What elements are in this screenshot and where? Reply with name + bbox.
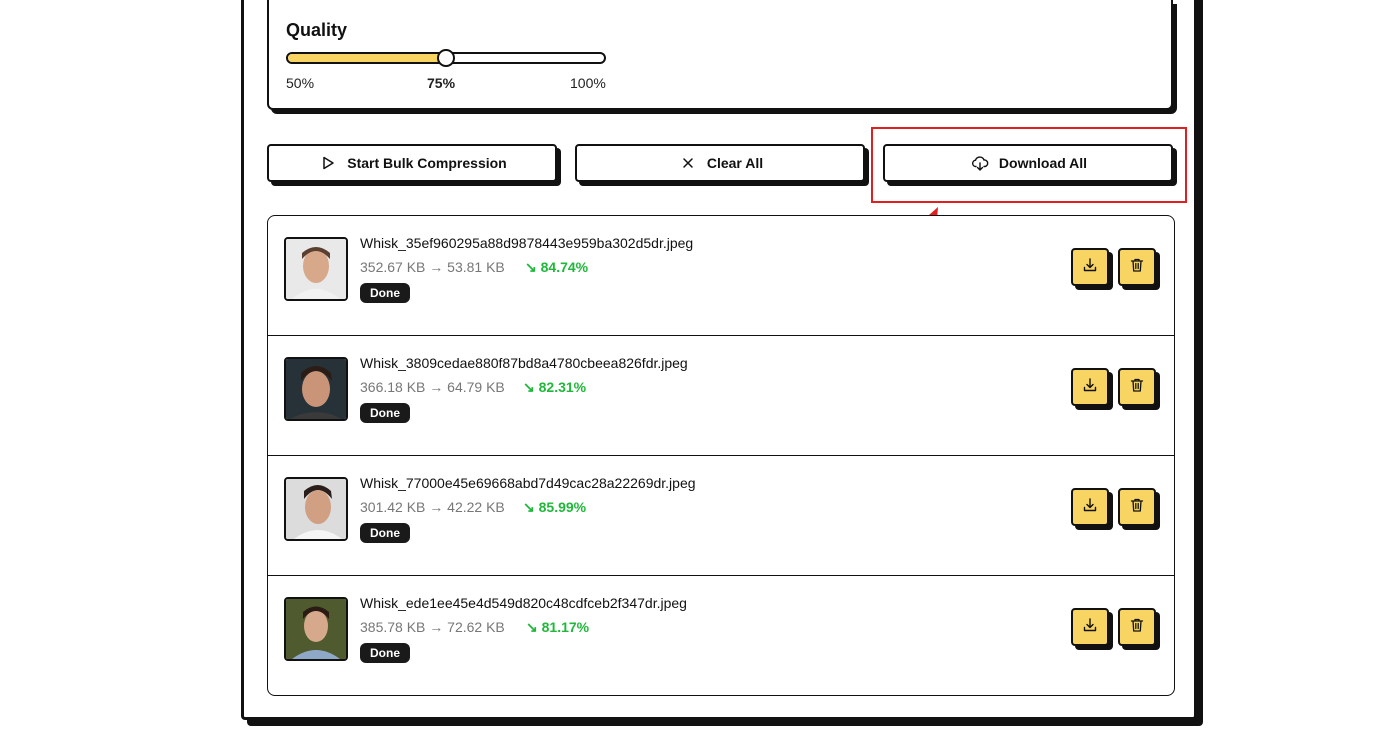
delete-file-button[interactable] (1118, 248, 1156, 286)
trending-down-icon: ↘ (523, 499, 535, 515)
download-file-button[interactable] (1071, 608, 1109, 646)
file-row: Whisk_35ef960295a88d9878443e959ba302d5dr… (268, 216, 1174, 336)
quality-slider-fill (288, 54, 448, 62)
file-row: Whisk_3809cedae880f87bd8a4780cbeea826fdr… (268, 336, 1174, 456)
file-size: 366.18 KB → 64.79 KB (360, 379, 505, 395)
file-size: 352.67 KB → 53.81 KB (360, 259, 505, 275)
status-badge: Done (360, 643, 410, 663)
file-thumbnail (284, 357, 348, 421)
file-saving: ↘ 82.31% (523, 379, 587, 395)
trash-icon (1129, 497, 1145, 518)
quality-min-label: 50% (286, 75, 315, 91)
start-bulk-compression-button[interactable]: Start Bulk Compression (267, 144, 557, 182)
file-size: 301.42 KB → 42.22 KB (360, 499, 505, 515)
download-file-button[interactable] (1071, 488, 1109, 526)
delete-file-button[interactable] (1118, 608, 1156, 646)
file-thumbnail (284, 477, 348, 541)
file-name: Whisk_77000e45e69668abd7d49cac28a22269dr… (360, 475, 696, 491)
download-file-button[interactable] (1071, 248, 1109, 286)
status-badge: Done (360, 283, 410, 303)
trash-icon (1129, 377, 1145, 398)
file-name: Whisk_35ef960295a88d9878443e959ba302d5dr… (360, 235, 694, 251)
status-badge: Done (360, 403, 410, 423)
download-icon (1082, 617, 1098, 638)
trash-icon (1129, 617, 1145, 638)
start-bulk-compression-label: Start Bulk Compression (347, 155, 507, 171)
download-icon (1082, 497, 1098, 518)
clear-all-label: Clear All (706, 155, 764, 171)
highlight-annotation-box (871, 127, 1187, 203)
file-saving: ↘ 85.99% (523, 499, 587, 515)
file-saving: ↘ 81.17% (526, 619, 590, 635)
close-icon (677, 157, 699, 169)
trending-down-icon: ↘ (525, 259, 537, 275)
download-file-button[interactable] (1071, 368, 1109, 406)
file-saving: ↘ 84.74% (525, 259, 589, 275)
file-thumbnail (284, 237, 348, 301)
file-size: 385.78 KB → 72.62 KB (360, 619, 505, 635)
quality-slider-thumb[interactable] (437, 49, 455, 67)
quality-current-label: 75% (427, 75, 456, 91)
trending-down-icon: ↘ (526, 619, 538, 635)
delete-file-button[interactable] (1118, 488, 1156, 526)
quality-card: Quality 50% 75% 100% (267, 0, 1173, 110)
file-list: Whisk_35ef960295a88d9878443e959ba302d5dr… (267, 215, 1175, 696)
file-row: Whisk_77000e45e69668abd7d49cac28a22269dr… (268, 456, 1174, 576)
download-icon (1082, 377, 1098, 398)
play-icon (317, 156, 339, 170)
download-icon (1082, 257, 1098, 278)
file-row: Whisk_ede1ee45e4d549d820c48cdfceb2f347dr… (268, 576, 1174, 695)
file-name: Whisk_3809cedae880f87bd8a4780cbeea826fdr… (360, 355, 688, 371)
quality-max-label: 100% (570, 75, 606, 91)
quality-title: Quality (286, 20, 348, 40)
file-thumbnail (284, 597, 348, 661)
file-name: Whisk_ede1ee45e4d549d820c48cdfceb2f347dr… (360, 595, 687, 611)
delete-file-button[interactable] (1118, 368, 1156, 406)
clear-all-button[interactable]: Clear All (575, 144, 865, 182)
status-badge: Done (360, 523, 410, 543)
trash-icon (1129, 257, 1145, 278)
trending-down-icon: ↘ (523, 379, 535, 395)
